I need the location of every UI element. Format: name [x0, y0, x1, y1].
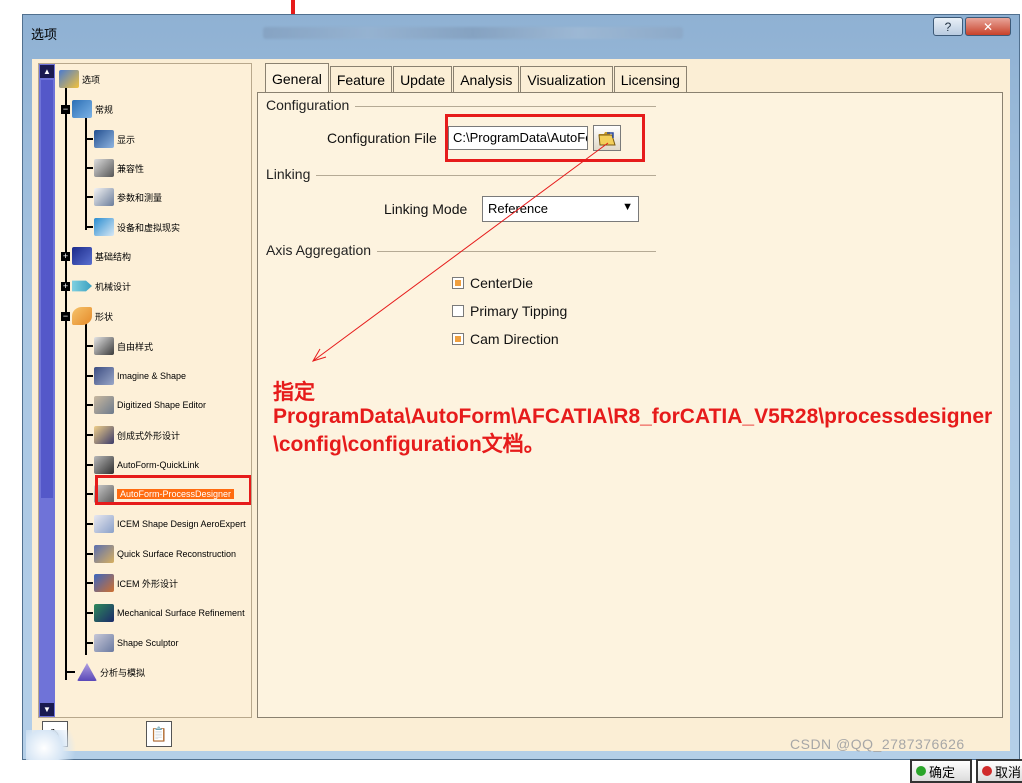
window-title: 选项	[31, 27, 58, 42]
mechanical-design-icon	[72, 280, 92, 292]
tree-item[interactable]: Quick Surface Reconstruction	[85, 543, 236, 565]
tree-item[interactable]: 设备和虚拟现实	[85, 216, 180, 238]
tree-item[interactable]: 参数和测量	[85, 186, 162, 208]
tab-licensing[interactable]: Licensing	[613, 66, 687, 93]
expand-icon[interactable]: +	[61, 281, 70, 291]
compatibility-icon	[94, 159, 114, 177]
autoform-quicklink-icon	[94, 456, 114, 474]
imagine-shape-icon	[94, 367, 114, 385]
analysis-simulation-icon	[77, 663, 97, 681]
devices-vr-icon	[94, 218, 114, 236]
tree-item[interactable]: 选项	[59, 68, 100, 90]
tab-feature[interactable]: Feature	[329, 66, 393, 93]
digitized-shape-editor-icon	[94, 396, 114, 414]
tree-item[interactable]: − 常规	[61, 98, 113, 120]
cancel-icon	[982, 766, 992, 776]
tab-bar: General Feature Update Analysis Visualiz…	[265, 62, 688, 94]
display-icon	[94, 130, 114, 148]
dialog-client-area: ▲ ▼ 选项 − 常规 显示 兼容性 参数和测量 设备和虚拟现实 + 基础结构 …	[32, 59, 1022, 783]
tree-connector	[85, 345, 93, 347]
tree-item[interactable]: 显示	[85, 128, 135, 150]
tab-analysis[interactable]: Analysis	[453, 66, 520, 93]
tree-item[interactable]: Imagine & Shape	[85, 365, 186, 387]
scroll-up-arrow-icon[interactable]: ▲	[40, 65, 54, 78]
quick-surface-reconstruction-icon	[94, 545, 114, 563]
tree-connector	[85, 196, 93, 198]
catia-logo-icon	[26, 730, 86, 760]
tab-update[interactable]: Update	[393, 66, 453, 93]
tree-item[interactable]: 自由样式	[85, 335, 153, 357]
title-bar[interactable]: 选项 ? ✕	[23, 15, 1019, 49]
dump-parameters-icon[interactable]: 📋	[146, 721, 172, 747]
tree-item[interactable]: − 形状	[61, 305, 113, 327]
tree-item[interactable]: + 机械设计	[61, 275, 131, 297]
tree-item[interactable]: Digitized Shape Editor	[85, 394, 206, 416]
tab-general[interactable]: General	[265, 63, 329, 94]
ok-button[interactable]: 确定	[910, 759, 972, 783]
freestyle-icon	[94, 337, 114, 355]
general-tab-panel: Configuration Configuration File C:\Prog…	[257, 92, 1003, 718]
tree-connector	[85, 226, 93, 228]
tree-connector	[65, 671, 75, 673]
generative-shape-design-icon	[94, 426, 114, 444]
title-bar-blurred-toolbar	[263, 27, 683, 39]
tree-connector	[85, 642, 93, 644]
tree-connector	[85, 523, 93, 525]
expand-icon[interactable]: +	[61, 251, 70, 261]
tree-connector	[85, 464, 93, 466]
tree-connector	[85, 553, 93, 555]
scroll-down-arrow-icon[interactable]: ▼	[40, 703, 54, 716]
tree-connector	[85, 138, 93, 140]
annotation-body: ProgramData\AutoForm\AFCATIA\R8_forCATIA…	[273, 405, 993, 456]
tree-item[interactable]: 兼容性	[85, 157, 144, 179]
tree-connector	[85, 582, 93, 584]
options-dialog: 选项 ? ✕ ▲ ▼ 选项 − 常规 显示 兼容性 参数和测量 设备和虚拟现实 …	[22, 14, 1022, 783]
watermark: CSDN @QQ_2787376626	[790, 736, 965, 752]
scroll-thumb[interactable]	[41, 80, 53, 498]
annotation-pointer-line	[311, 142, 609, 362]
icem-shape-design-icon	[94, 574, 114, 592]
tree-connector	[85, 612, 93, 614]
tree-connector	[85, 404, 93, 406]
options-root-icon	[59, 70, 79, 88]
shape-icon	[72, 307, 92, 325]
close-button[interactable]: ✕	[965, 17, 1011, 36]
tree-item[interactable]: ICEM Shape Design AeroExpert	[85, 513, 246, 535]
general-settings-icon	[72, 100, 92, 118]
tree-item[interactable]: + 基础结构	[61, 245, 131, 267]
shape-sculptor-icon	[94, 634, 114, 652]
tree-item[interactable]: 分析与模拟	[59, 661, 145, 683]
tree-connector	[85, 167, 93, 169]
tree-item[interactable]: AutoForm-QuickLink	[85, 454, 199, 476]
cancel-button[interactable]: 取消	[976, 759, 1022, 783]
tree-item[interactable]: ICEM 外形设计	[85, 572, 178, 594]
tree-connector	[85, 375, 93, 377]
tree-connector	[85, 493, 93, 495]
options-tree: ▲ ▼ 选项 − 常规 显示 兼容性 参数和测量 设备和虚拟现实 + 基础结构 …	[38, 63, 252, 718]
tree-connector	[85, 434, 93, 436]
infrastructure-icon	[72, 247, 92, 265]
mechanical-surface-refinement-icon	[94, 604, 114, 622]
help-button[interactable]: ?	[933, 17, 963, 36]
parameters-measure-icon	[94, 188, 114, 206]
icem-shape-design-aeroexpert-icon	[94, 515, 114, 533]
collapse-icon[interactable]: −	[61, 104, 70, 114]
tree-item[interactable]: Shape Sculptor	[85, 632, 179, 654]
tree-connector	[65, 80, 67, 680]
tree-item[interactable]: Mechanical Surface Refinement	[85, 602, 245, 624]
annotation-title: 指定	[273, 381, 315, 404]
tree-item[interactable]: 创成式外形设计	[85, 424, 180, 446]
collapse-icon[interactable]: −	[61, 311, 70, 321]
tree-scrollbar[interactable]: ▲ ▼	[39, 64, 55, 717]
tab-visualization[interactable]: Visualization	[520, 66, 613, 93]
ok-icon	[916, 766, 926, 776]
annotation-highlight-box	[95, 475, 251, 505]
